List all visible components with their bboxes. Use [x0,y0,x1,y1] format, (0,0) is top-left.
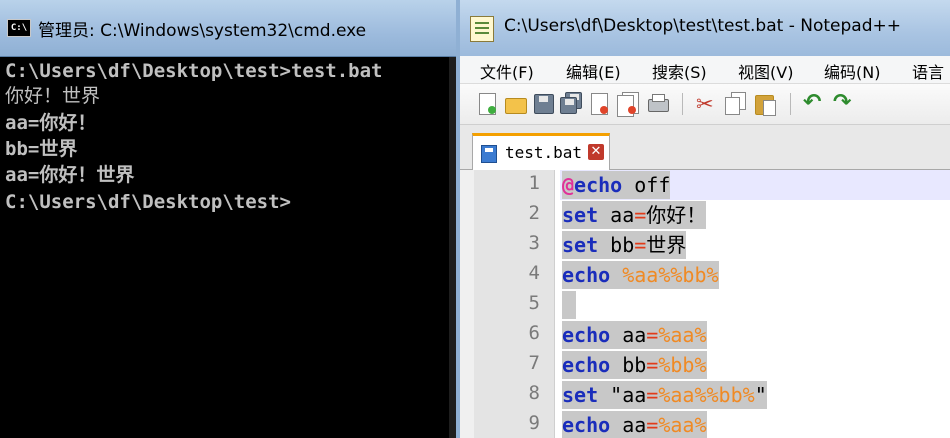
code-line: @echo off [562,171,671,199]
menu-search[interactable]: 搜索(S) [652,59,707,83]
cut-icon[interactable]: ✂ [694,92,718,116]
line-number: 3 [528,232,540,254]
console-line: aa=你好！ [5,112,97,134]
code-line-empty [562,291,576,319]
tab-test-bat[interactable]: test.bat ✕ [472,133,610,170]
cmd-app-icon: C:\ [7,19,31,37]
code-token: bb [598,233,635,257]
close-icon[interactable] [588,92,612,116]
code-token: echo [562,353,611,377]
code-token: = [634,233,647,257]
line-number: 4 [528,262,540,284]
code-token: set [562,383,599,407]
menu-view[interactable]: 视图(V) [738,59,793,83]
code-token: "aa [598,383,647,407]
code-token: aa [610,323,647,347]
code-token: bb [610,353,647,377]
toolbar-separator [682,93,683,115]
toolbar: ✂ ↶ ↷ [460,84,950,125]
code-token: = [646,413,659,437]
code-token: echo [574,173,623,197]
tab-strip: test.bat ✕ [460,125,950,170]
copy-icon[interactable] [724,92,748,116]
close-all-icon[interactable] [616,92,640,117]
code-token: %bb% [658,353,707,377]
code-token: 世界 [646,233,687,257]
notepad-window: C:\Users\df\Desktop\test\test.bat - Note… [456,0,950,438]
line-number: 2 [528,202,540,224]
line-number-gutter: 1 2 3 4 5 6 7 8 9 [474,170,555,438]
code-token: %bb% [670,263,719,287]
console-line: 你好！世界 [5,85,101,107]
menu-file[interactable]: 文件(F) [480,59,534,83]
open-file-icon[interactable] [504,92,528,116]
tab-label: test.bat [505,143,583,162]
code-token: aa [598,203,635,227]
code-token: set [562,203,599,227]
code-token: " [754,383,767,407]
code-line: echo aa=%aa% [562,321,707,349]
tab-close-icon[interactable]: ✕ [588,144,604,160]
code-line: echo %aa%%bb% [562,261,719,289]
line-number: 7 [528,352,540,374]
cmd-console-output[interactable]: C:\Users\df\Desktop\test>test.bat 你好！世界 … [0,57,456,438]
line-number: 9 [528,412,540,434]
toolbar-separator [790,93,791,115]
line-number: 8 [528,382,540,404]
code-token: @ [562,173,575,197]
new-file-icon[interactable] [476,92,500,116]
code-token: %aa% [658,323,707,347]
code-line: echo aa=%aa% [562,411,707,438]
code-line: echo bb=%bb% [562,351,707,379]
paste-icon[interactable] [754,92,778,116]
save-all-icon[interactable] [560,92,584,116]
code-token: %aa% [658,413,707,437]
console-line: C:\Users\df\Desktop\test> [5,191,291,213]
code-editor[interactable]: 1 2 3 4 5 6 7 8 9 @echo off set aa=你好！ s… [474,170,950,438]
menu-encoding[interactable]: 编码(N) [824,59,880,83]
code-line: set "aa=%aa%%bb%" [562,381,767,409]
console-line: C:\Users\df\Desktop\test>test.bat [5,60,383,82]
menu-edit[interactable]: 编辑(E) [566,59,621,83]
line-number: 6 [528,322,540,344]
console-line: bb=世界 [5,138,78,160]
code-token: = [646,383,659,407]
code-token: off [622,173,671,197]
code-token: echo [562,323,611,347]
line-number: 1 [528,172,540,194]
console-line: aa=你好！世界 [5,164,135,186]
code-token: %aa% [658,383,707,407]
code-token: = [634,203,647,227]
cmd-scrollbar[interactable] [449,57,456,438]
cmd-window-title: 管理员: C:\Windows\system32\cmd.exe [38,21,367,41]
code-token: aa [610,413,647,437]
menu-bar: 文件(F) 编辑(E) 搜索(S) 视图(V) 编码(N) 语言 [460,56,950,84]
code-token: set [562,233,599,257]
code-token: %bb% [706,383,755,407]
notepad-window-title: C:\Users\df\Desktop\test\test.bat - Note… [504,16,901,36]
code-token: = [646,353,659,377]
redo-icon[interactable]: ↷ [832,92,856,116]
menu-language[interactable]: 语言 [912,59,944,83]
line-number: 5 [528,292,540,314]
code-line: set aa=你好！ [562,201,707,229]
undo-icon[interactable]: ↶ [802,92,826,116]
notepad-title-bar[interactable]: C:\Users\df\Desktop\test\test.bat - Note… [460,0,950,56]
code-token: = [646,323,659,347]
notepad-app-icon [470,16,494,42]
code-token: echo [562,263,611,287]
code-token: %aa% [622,263,671,287]
code-token: 你好！ [646,203,707,227]
save-status-icon [481,145,497,163]
code-token: echo [562,413,611,437]
print-icon[interactable] [646,92,670,116]
save-icon[interactable] [532,92,556,116]
code-line: set bb=世界 [562,231,687,259]
cmd-window: C:\ 管理员: C:\Windows\system32\cmd.exe C:\… [0,0,456,438]
cmd-title-bar[interactable]: C:\ 管理员: C:\Windows\system32\cmd.exe [0,0,456,57]
